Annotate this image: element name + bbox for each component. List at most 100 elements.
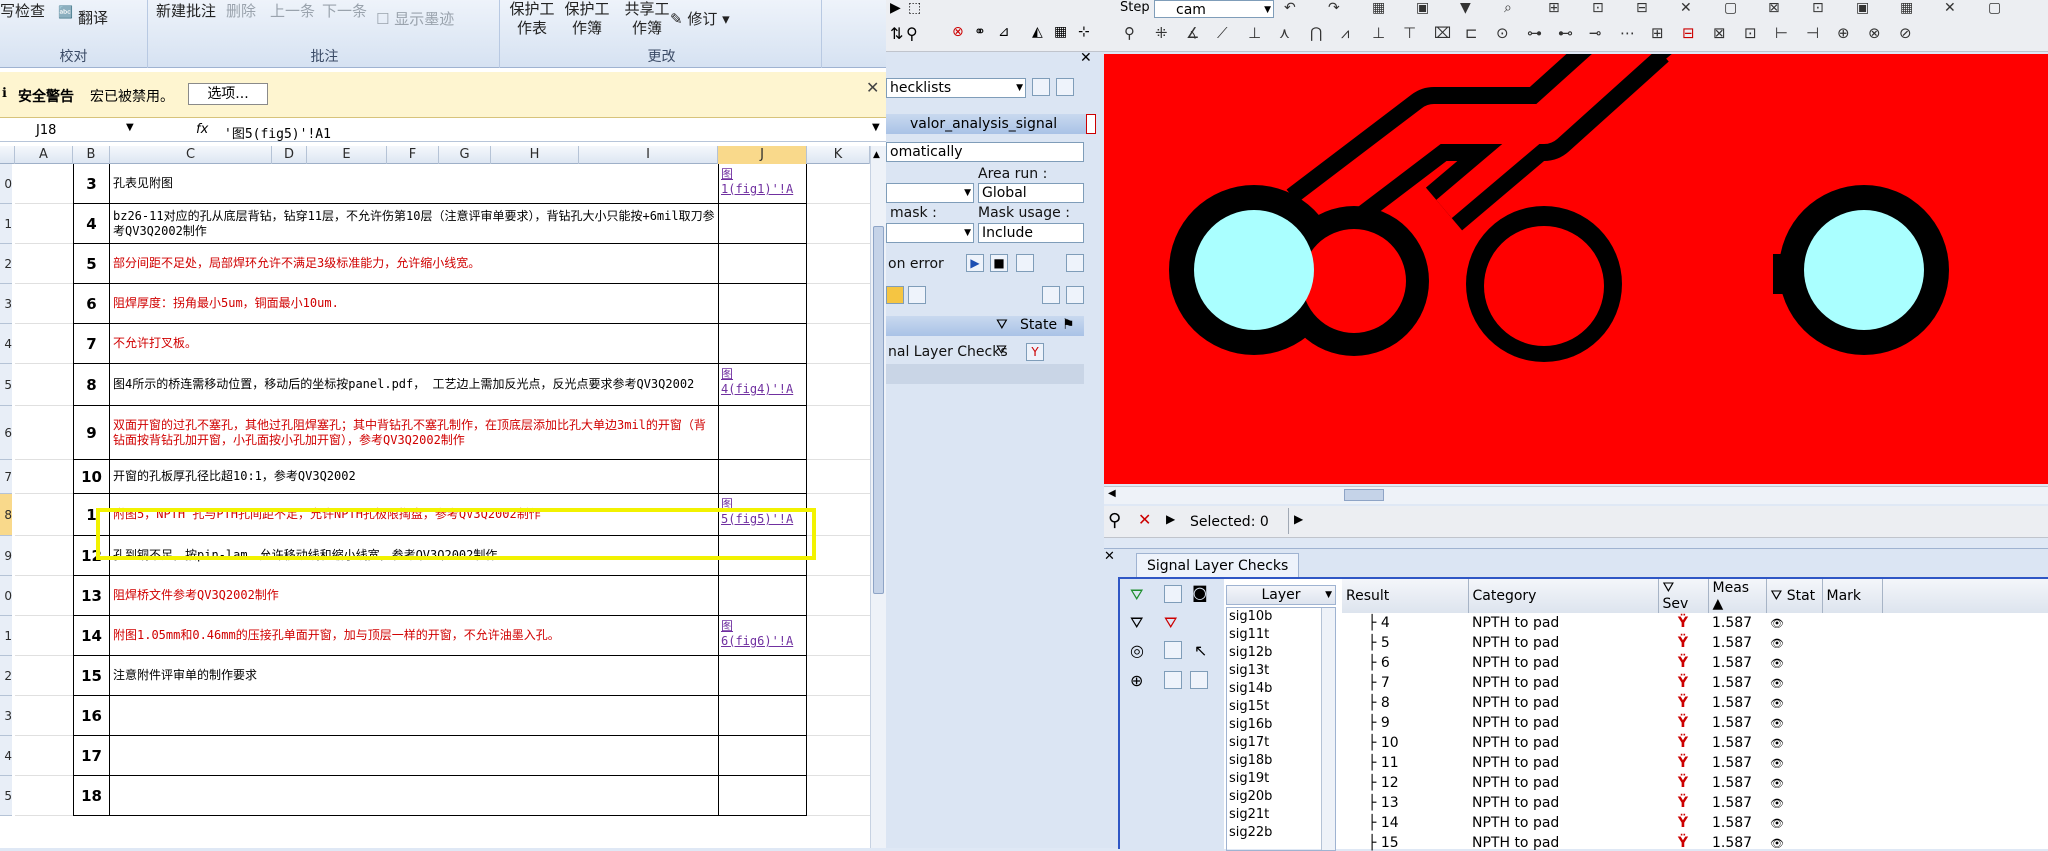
column-header-c[interactable]: C [110, 146, 272, 164]
toolbar-icon[interactable]: ⊞ [1651, 24, 1664, 42]
toolbar-icon[interactable]: ⌧ [1434, 24, 1451, 42]
figure-link-cell[interactable] [718, 204, 807, 244]
col-category[interactable]: Category [1468, 579, 1659, 613]
toolbar-icon[interactable]: ⋏ [1279, 24, 1290, 42]
toolbar-icon[interactable]: ▢ [1724, 0, 1737, 16]
cell-k[interactable] [807, 536, 870, 576]
cell-a[interactable] [15, 776, 73, 816]
cell-a[interactable] [15, 616, 73, 656]
col-stat[interactable]: ⛛ Stat [1766, 579, 1823, 613]
toolbar-icon[interactable]: ⊘ [1899, 24, 1912, 42]
table-row[interactable]: ├ 8 NPTH to pad Ÿ 1.587 👁 [1342, 693, 2048, 713]
layer-item[interactable]: sig18b [1227, 752, 1335, 770]
col-mark[interactable]: Mark [1822, 579, 1883, 613]
toolbar-icon[interactable]: ∡ [1186, 24, 1199, 42]
close-icon[interactable]: ✕ [1104, 549, 1115, 564]
toolbar-icon[interactable]: ⊟ [1636, 0, 1648, 16]
toolbar-icon[interactable]: ⊞ [1548, 0, 1560, 16]
row-number[interactable]: 3 [0, 696, 12, 736]
item-number-cell[interactable]: 13 [73, 576, 110, 616]
cell-a[interactable] [15, 284, 73, 324]
grid-icon[interactable] [1164, 641, 1182, 659]
row-number[interactable]: 8 [0, 494, 12, 536]
measure-icon[interactable]: ⊿ [998, 24, 1010, 40]
toolbar-icon[interactable]: ⊣ [1806, 24, 1819, 42]
requirement-cell[interactable]: 附图1.05mm和0.46mm的压接孔单面开窗，加与顶层一样的开窗，不允许油墨入… [110, 616, 718, 656]
toolbar-icon[interactable]: ⊡ [1812, 0, 1824, 16]
layer-item[interactable]: sig17t [1227, 734, 1335, 752]
cell-k[interactable] [807, 776, 870, 816]
step-select[interactable]: cam ▼ [1154, 0, 1274, 18]
row-number[interactable]: 9 [0, 536, 12, 576]
toolbar-icon[interactable]: ⊠ [1713, 24, 1726, 42]
layer-item[interactable]: sig16b [1227, 716, 1335, 734]
layer-item[interactable]: sig11t [1227, 626, 1335, 644]
table-row[interactable]: ├ 14 NPTH to pad Ÿ 1.587 👁 [1342, 813, 2048, 833]
cell-a[interactable] [15, 244, 73, 284]
table-row[interactable]: ├ 7 NPTH to pad Ÿ 1.587 👁 [1342, 673, 2048, 693]
area-run-field[interactable]: Global [978, 183, 1084, 203]
cell-a[interactable] [15, 536, 73, 576]
share-workbook-button[interactable]: 共享工作簿 [618, 0, 676, 38]
translate-button[interactable]: 翻译 [78, 7, 108, 28]
cell-a[interactable] [15, 656, 73, 696]
edit-icon[interactable] [1042, 286, 1060, 304]
row-number[interactable]: 3 [0, 284, 12, 324]
toolbar-icon[interactable]: ⊶ [1527, 24, 1542, 42]
toolbar-icon[interactable]: ⊡ [1592, 0, 1604, 16]
checklist-dropdown[interactable]: hecklists ▼ [886, 78, 1026, 98]
column-header-h[interactable]: H [491, 146, 579, 164]
requirement-cell[interactable] [110, 736, 718, 776]
expand-formula-icon[interactable]: ▼ [872, 122, 880, 133]
layer-item[interactable]: sig13t [1227, 662, 1335, 680]
filter-icon[interactable] [886, 286, 904, 304]
item-number-cell[interactable]: 9 [73, 406, 110, 460]
prev-comment-button[interactable]: 上一条 [270, 0, 315, 21]
checks-row[interactable]: nal Layer Checks ⛛ Y [886, 340, 1084, 364]
close-icon[interactable]: ✕ [866, 78, 879, 97]
layer-item[interactable]: sig12b [1227, 644, 1335, 662]
toolbar-icon[interactable]: ▢ [1988, 0, 2001, 16]
item-number-cell[interactable]: 4 [73, 204, 110, 244]
item-number-cell[interactable]: 5 [73, 244, 110, 284]
item-number-cell[interactable]: 17 [73, 736, 110, 776]
toolbar-icon[interactable]: ↷ [1328, 0, 1340, 16]
cell-k[interactable] [807, 164, 870, 204]
options-button[interactable]: 选项... [188, 83, 268, 105]
figure-link-cell[interactable]: 图 4(fig4)'!A [718, 364, 807, 406]
requirement-cell[interactable]: 图4所示的桥连需移动位置，移动后的坐标按panel.pdf， 工艺边上需加反光点… [110, 364, 718, 406]
column-header-g[interactable]: G [439, 146, 491, 164]
next-comment-button[interactable]: 下一条 [322, 0, 367, 21]
filter-icon[interactable]: ⛛ [1130, 585, 1143, 605]
col-meas[interactable]: Meas ▲ [1708, 579, 1767, 613]
layer-item[interactable]: sig20b [1227, 788, 1335, 806]
track-changes-button[interactable]: ✎ 修订 ▾ [670, 8, 730, 29]
row-number[interactable]: 6 [0, 406, 12, 460]
item-number-cell[interactable]: 8 [73, 364, 110, 406]
cell-a[interactable] [15, 736, 73, 776]
canvas-horizontal-scrollbar[interactable]: ◀ [1104, 486, 2048, 504]
scroll-left-icon[interactable]: ◀ [1108, 488, 1116, 499]
toolbar-icon[interactable]: ▣ [1416, 0, 1429, 16]
toolbar-icon[interactable]: ⊏ [1465, 24, 1478, 42]
toolbar-icon[interactable]: ⟋ [1217, 24, 1228, 42]
cell-a[interactable] [15, 460, 73, 494]
figure-link-cell[interactable]: 图 1(fig1)'!A [718, 164, 807, 204]
scroll-up-icon[interactable]: ▲ [873, 150, 880, 160]
toolbar-icon[interactable]: ⚲ [1124, 24, 1135, 42]
item-number-cell[interactable]: 14 [73, 616, 110, 656]
new-comment-button[interactable]: 新建批注 [156, 0, 216, 21]
filter-icon[interactable]: ⛛ [1164, 613, 1177, 633]
layer-scrollbar[interactable] [1321, 608, 1335, 850]
requirement-cell[interactable]: 阻焊桥文件参考QV3Q2002制作 [110, 576, 718, 616]
cell-k[interactable] [807, 656, 870, 696]
table-row[interactable]: ├ 4 NPTH to pad Ÿ 1.587 👁 [1342, 613, 2048, 633]
cell-k[interactable] [807, 244, 870, 284]
column-header-b[interactable]: B [73, 146, 110, 164]
toolbar-icon[interactable]: ✕ [1680, 0, 1692, 16]
item-number-cell[interactable]: 6 [73, 284, 110, 324]
zoom-icon[interactable]: ⊕ [1130, 671, 1143, 690]
play-icon[interactable]: ▶ [1294, 512, 1303, 526]
triangle-icon[interactable]: ◭ [1032, 24, 1043, 40]
checklist-view-icon[interactable] [1056, 78, 1074, 96]
